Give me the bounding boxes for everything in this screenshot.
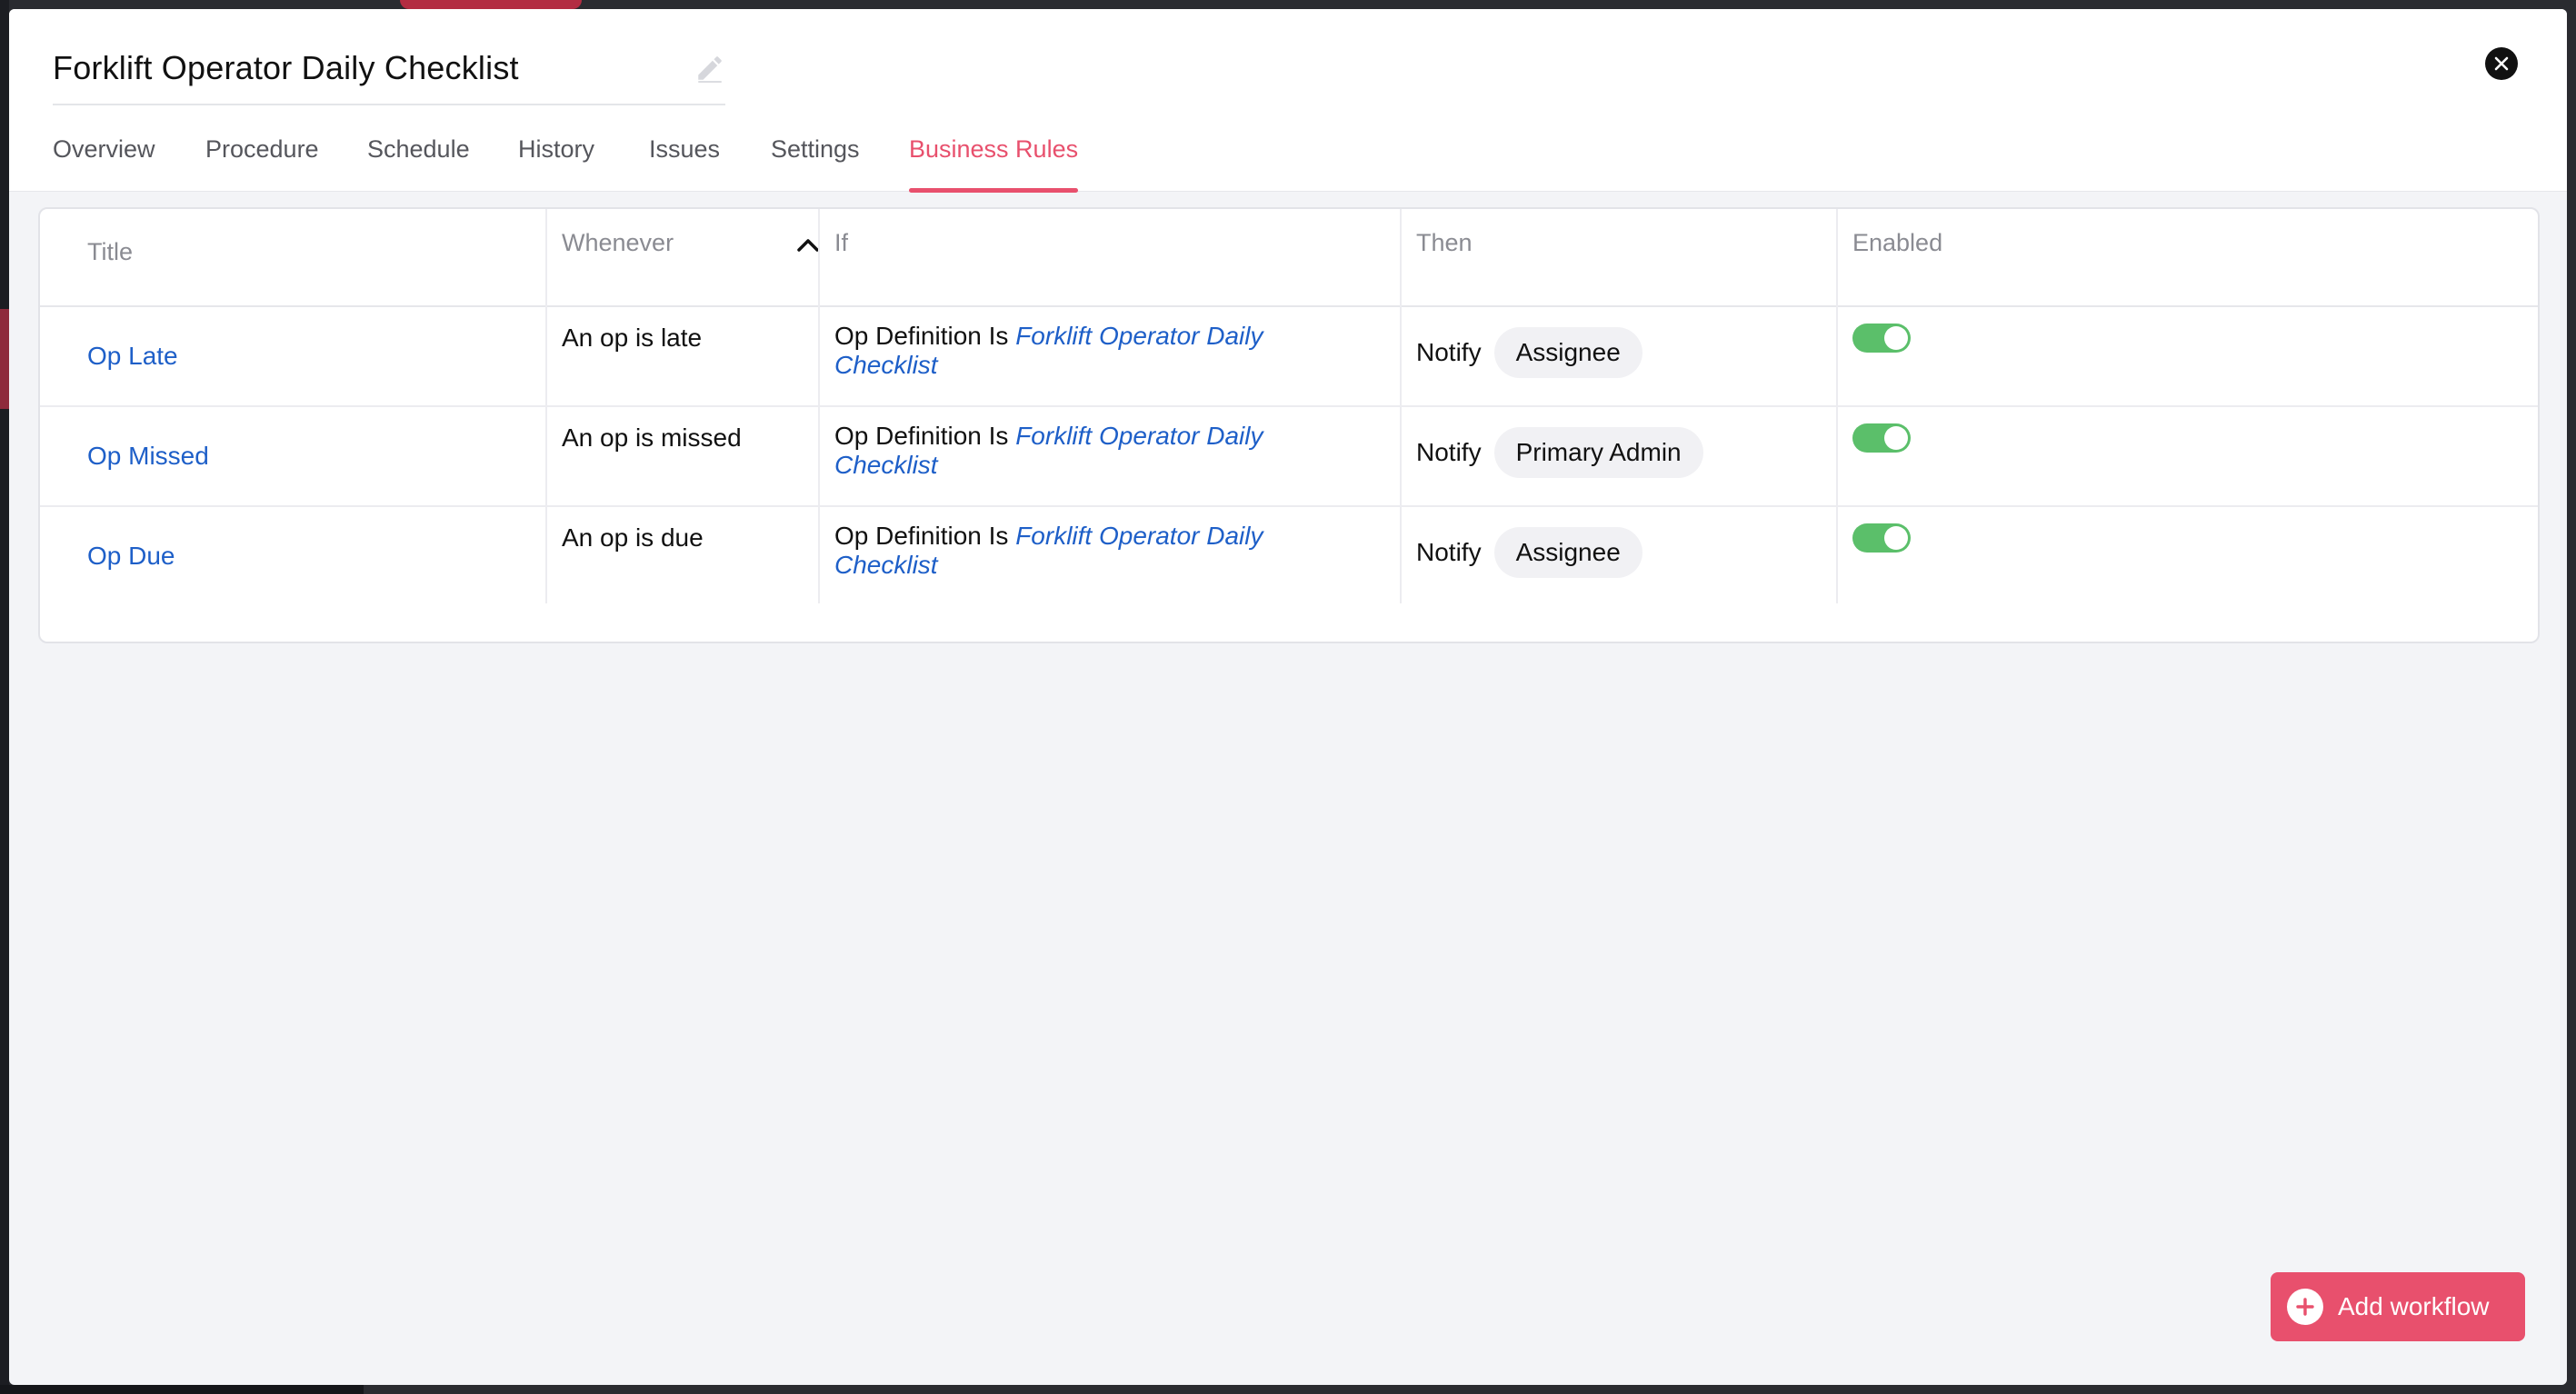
if-prefix: Op Definition Is	[834, 422, 1009, 450]
backdrop-accent	[0, 309, 9, 409]
checklist-modal: Forklift Operator Daily Checklist Overvi…	[9, 9, 2567, 1385]
then-action: Notify	[1416, 538, 1482, 566]
backdrop-bottom	[0, 1385, 364, 1394]
then-action: Notify	[1416, 438, 1482, 466]
recipient-badge: Assignee	[1493, 527, 1642, 578]
tab-issues[interactable]: Issues	[649, 133, 771, 191]
title-field[interactable]: Forklift Operator Daily Checklist	[53, 35, 725, 105]
then-action: Notify	[1416, 338, 1482, 366]
pencil-icon[interactable]	[694, 53, 725, 84]
close-icon	[2494, 56, 2509, 71]
tab-bar: Overview Procedure Schedule History Issu…	[53, 133, 1079, 193]
if-prefix: Op Definition Is	[834, 322, 1009, 350]
whenever-cell: An op is missed	[562, 423, 742, 452]
add-workflow-label: Add workflow	[2338, 1292, 2490, 1320]
backdrop-accent-top	[400, 0, 582, 9]
table-row: Op Missed An op is missed Op Definition …	[40, 407, 2538, 507]
close-button[interactable]	[2485, 47, 2518, 80]
plus-circle-icon	[2287, 1289, 2323, 1325]
if-prefix: Op Definition Is	[834, 522, 1009, 550]
tab-procedure[interactable]: Procedure	[205, 133, 367, 191]
table-row: Op Due An op is due Op Definition Is For…	[40, 507, 2538, 607]
enabled-toggle[interactable]	[1852, 523, 1911, 553]
toggle-knob	[1884, 326, 1908, 350]
if-cell: Op Definition Is Forklift Operator Daily…	[834, 322, 1343, 380]
page-title[interactable]: Forklift Operator Daily Checklist	[53, 49, 519, 87]
add-workflow-button[interactable]: Add workflow	[2271, 1272, 2525, 1341]
rule-title-link[interactable]: Op Late	[87, 342, 178, 371]
modal-header: Forklift Operator Daily Checklist Overvi…	[9, 9, 2567, 193]
tab-history[interactable]: History	[518, 133, 649, 191]
business-rules-table: Title Whenever If Then Enabled Op Late A…	[38, 207, 2540, 643]
tab-business-rules[interactable]: Business Rules	[909, 133, 1079, 193]
tab-schedule[interactable]: Schedule	[367, 133, 518, 191]
column-header-whenever[interactable]: Whenever	[562, 209, 833, 305]
whenever-cell: An op is due	[562, 523, 704, 552]
enabled-toggle[interactable]	[1852, 324, 1911, 353]
rule-title-link[interactable]: Op Due	[87, 542, 175, 571]
table-row: Op Late An op is late Op Definition Is F…	[40, 307, 2538, 407]
recipient-badge: Assignee	[1493, 327, 1642, 378]
toggle-knob	[1884, 526, 1908, 550]
recipient-badge: Primary Admin	[1493, 427, 1703, 478]
tab-overview[interactable]: Overview	[53, 133, 205, 191]
chevron-up-icon[interactable]	[796, 236, 820, 253]
backdrop	[0, 0, 9, 1394]
toggle-knob	[1884, 426, 1908, 450]
then-cell: Notify Primary Admin	[1416, 427, 1703, 478]
if-cell: Op Definition Is Forklift Operator Daily…	[834, 522, 1343, 580]
if-cell: Op Definition Is Forklift Operator Daily…	[834, 422, 1343, 480]
then-cell: Notify Assignee	[1416, 327, 1642, 378]
tab-settings[interactable]: Settings	[771, 133, 909, 191]
then-cell: Notify Assignee	[1416, 527, 1642, 578]
rule-title-link[interactable]: Op Missed	[87, 442, 209, 471]
enabled-toggle[interactable]	[1852, 423, 1911, 453]
table-header: Title Whenever If Then Enabled	[40, 209, 2538, 307]
whenever-cell: An op is late	[562, 324, 703, 352]
